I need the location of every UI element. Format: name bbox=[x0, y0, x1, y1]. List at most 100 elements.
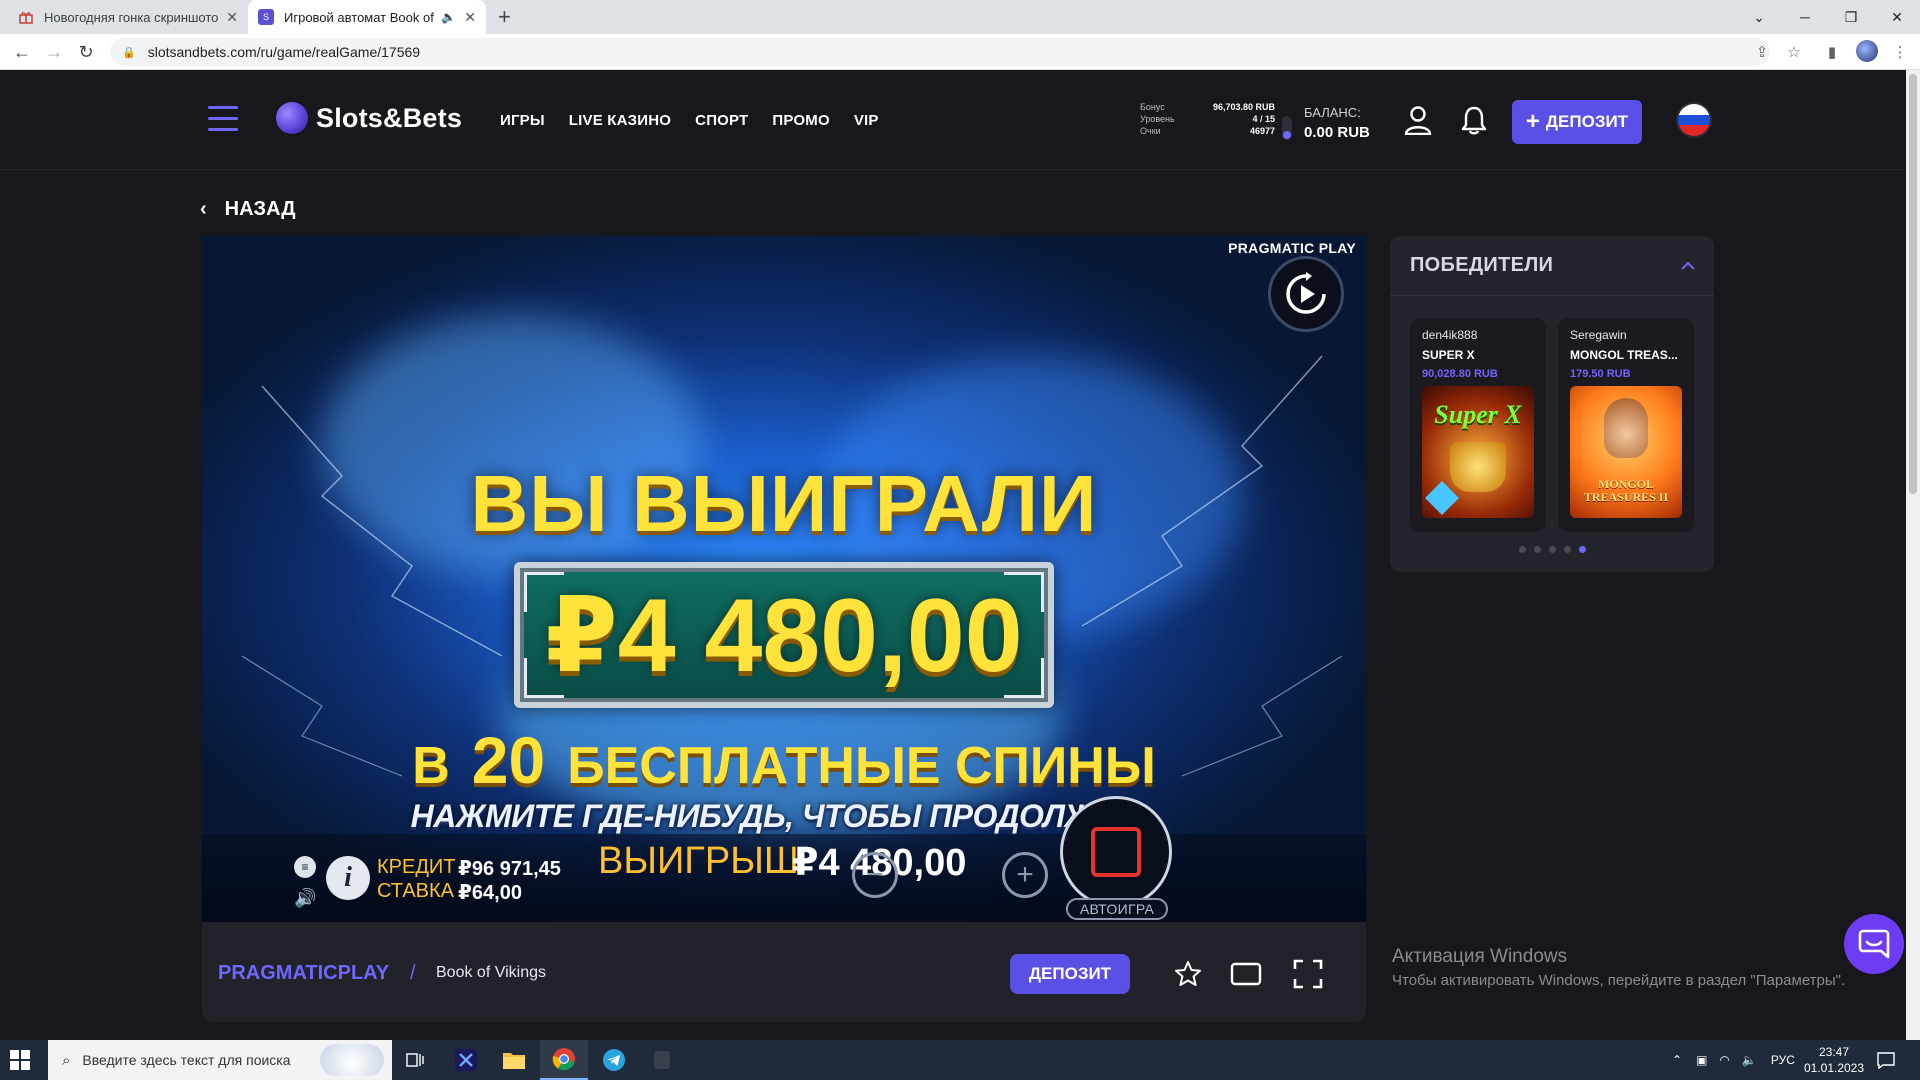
frame-corner bbox=[524, 572, 564, 612]
chat-bubble-icon bbox=[1858, 929, 1890, 959]
deposit-label: ДЕПОЗИТ bbox=[1545, 112, 1629, 131]
game-thumbnail[interactable]: Super X bbox=[1422, 386, 1534, 518]
free-spins-line: В 20 БЕСПЛАТНЫЕ СПИНЫ bbox=[202, 722, 1366, 798]
credit-label: КРЕДИТ bbox=[377, 856, 456, 878]
replay-button[interactable] bbox=[1268, 256, 1344, 332]
nav-item-promo[interactable]: ПРОМО bbox=[772, 112, 829, 129]
bookmark-star-icon[interactable]: ☆ bbox=[1784, 42, 1804, 62]
spins-count: 20 bbox=[471, 723, 546, 797]
side-panel-icon[interactable]: ▮ bbox=[1822, 42, 1842, 62]
tab-search-chevron-icon[interactable]: ⌄ bbox=[1736, 0, 1782, 34]
scrollbar-thumb[interactable] bbox=[1909, 74, 1917, 494]
app-icon-x[interactable] bbox=[442, 1040, 490, 1080]
stop-spin-button[interactable] bbox=[1060, 796, 1172, 908]
system-tray: ⌃ ▣ ◠ 🔈 РУС bbox=[1672, 1040, 1795, 1080]
speaker-icon[interactable]: 🔈 bbox=[441, 10, 456, 24]
carousel-dot[interactable] bbox=[1563, 546, 1571, 553]
notifications-icon[interactable] bbox=[1862, 1040, 1910, 1080]
new-tab-button[interactable]: + bbox=[498, 4, 511, 30]
winners-panel: ПОБЕДИТЕЛИ den4ik888 SUPER X 90,028.80 R… bbox=[1390, 236, 1714, 572]
file-explorer-icon[interactable] bbox=[490, 1040, 538, 1080]
lock-icon: 🔒 bbox=[122, 46, 136, 59]
chat-button[interactable] bbox=[1844, 914, 1904, 974]
winners-header[interactable]: ПОБЕДИТЕЛИ bbox=[1390, 236, 1714, 296]
taskbar-clock[interactable]: 23:47 01.01.2023 bbox=[1802, 1044, 1866, 1076]
url-bar[interactable]: 🔒 slotsandbets.com/ru/game/realGame/1756… bbox=[110, 38, 1770, 66]
info-icon[interactable]: i bbox=[326, 856, 370, 900]
carousel-dot[interactable] bbox=[1518, 546, 1526, 553]
balance-toggle[interactable] bbox=[1282, 116, 1292, 140]
winner-prize: 90,028.80 RUB bbox=[1422, 368, 1498, 380]
windows-start-icon[interactable] bbox=[10, 1050, 30, 1070]
forward-arrow-icon[interactable]: → bbox=[42, 40, 66, 64]
game-hud: ≡ 🔊 i КРЕДИТ ₽96 971,45 СТАВКА ₽64,00 ВЫ… bbox=[202, 834, 1366, 922]
theater-mode-icon[interactable] bbox=[1230, 958, 1262, 990]
browser-tab-1[interactable]: Новогодняя гонка скриншотов ✕ bbox=[8, 0, 248, 34]
user-icon[interactable] bbox=[1400, 102, 1436, 138]
crown-image bbox=[1450, 442, 1506, 492]
windows-activation-watermark: Активация Windows Чтобы активировать Win… bbox=[1392, 946, 1845, 989]
minimize-icon[interactable]: ─ bbox=[1782, 0, 1828, 34]
game-name: Book of Vikings bbox=[436, 964, 546, 981]
bet-decrease-button[interactable]: − bbox=[852, 852, 898, 898]
wifi-icon[interactable]: ◠ bbox=[1719, 1053, 1729, 1067]
fullscreen-icon[interactable] bbox=[1292, 958, 1324, 990]
favorite-star-icon[interactable] bbox=[1172, 958, 1204, 990]
diamond-image bbox=[1425, 481, 1459, 515]
site-logo[interactable]: Slots&Bets bbox=[276, 102, 462, 134]
close-window-icon[interactable]: ✕ bbox=[1874, 0, 1920, 34]
credit-value: ₽96 971,45 bbox=[458, 858, 561, 880]
restore-icon[interactable]: ❐ bbox=[1828, 0, 1874, 34]
sound-icon[interactable]: 🔊 bbox=[294, 888, 316, 909]
winner-card[interactable]: Seregawin MONGOL TREAS... 179.50 RUB MON… bbox=[1558, 318, 1694, 532]
win-amount: ₽4 480,00 bbox=[545, 578, 1023, 694]
language-indicator[interactable]: РУС bbox=[1771, 1053, 1795, 1067]
carousel-dots bbox=[1390, 546, 1714, 553]
nav-item-live-casino[interactable]: LIVE КАЗИНО bbox=[569, 112, 671, 129]
browser-tab-2[interactable]: S Игровой автомат Book of Vikings 🔈 ✕ bbox=[248, 0, 486, 34]
task-view-icon[interactable] bbox=[392, 1040, 440, 1080]
reload-icon[interactable]: ↻ bbox=[74, 40, 98, 64]
search-highlight-image bbox=[320, 1044, 384, 1076]
winner-card[interactable]: den4ik888 SUPER X 90,028.80 RUB Super X bbox=[1410, 318, 1546, 532]
game-deposit-button[interactable]: ДЕПОЗИТ bbox=[1010, 954, 1130, 994]
provider-link[interactable]: PRAGMATICPLAY bbox=[218, 962, 389, 985]
carousel-dot[interactable] bbox=[1548, 546, 1556, 553]
chevron-up-icon[interactable]: ⌃ bbox=[1672, 1053, 1682, 1067]
chevron-up-icon[interactable] bbox=[1680, 258, 1696, 276]
carousel-dot[interactable] bbox=[1533, 546, 1541, 553]
kebab-menu-icon[interactable]: ⋮ bbox=[1890, 42, 1910, 62]
carousel-dot-active[interactable] bbox=[1578, 546, 1586, 553]
nav-item-sport[interactable]: СПОРТ bbox=[695, 112, 748, 129]
continue-prompt[interactable]: НАЖМИТЕ ГДЕ-НИБУДЬ, ЧТОБЫ ПРОДОЛЖИТЬ bbox=[202, 798, 1366, 835]
breadcrumb-separator: / bbox=[410, 962, 416, 984]
winner-prize: 179.50 RUB bbox=[1570, 368, 1631, 380]
russian-flag-icon[interactable] bbox=[1676, 102, 1712, 138]
close-icon[interactable]: ✕ bbox=[226, 9, 238, 26]
site-favicon-icon: S bbox=[258, 9, 274, 25]
nav-item-vip[interactable]: VIP bbox=[854, 112, 879, 129]
taskbar-search[interactable]: ⌕ Введите здесь текст для поиска bbox=[48, 1040, 392, 1080]
bet-increase-button[interactable]: + bbox=[1002, 852, 1048, 898]
app-icon-minimized[interactable] bbox=[638, 1040, 686, 1080]
bell-icon[interactable] bbox=[1456, 102, 1492, 138]
hamburger-menu-icon[interactable] bbox=[208, 106, 238, 134]
volume-icon[interactable]: 🔈 bbox=[1742, 1053, 1757, 1067]
menu-icon[interactable]: ≡ bbox=[294, 856, 316, 878]
chrome-icon[interactable] bbox=[540, 1040, 588, 1080]
game-canvas[interactable]: PRAGMATIC PLAY ВЫ ВЫИГРАЛИ ₽4 480,00 В 20… bbox=[202, 236, 1366, 922]
page-scrollbar[interactable] bbox=[1906, 70, 1920, 1040]
nav-item-games[interactable]: ИГРЫ bbox=[500, 112, 545, 129]
telegram-icon[interactable] bbox=[590, 1040, 638, 1080]
main-nav: ИГРЫ LIVE КАЗИНО СПОРТ ПРОМО VIP bbox=[500, 112, 903, 129]
share-icon[interactable]: ⇪ bbox=[1752, 42, 1772, 62]
back-arrow-icon[interactable]: ← bbox=[10, 40, 34, 64]
back-link[interactable]: ‹ НАЗАД bbox=[200, 198, 296, 221]
close-icon[interactable]: ✕ bbox=[464, 9, 476, 26]
network-device-icon[interactable]: ▣ bbox=[1696, 1053, 1707, 1067]
clock-date: 01.01.2023 bbox=[1803, 1061, 1865, 1075]
profile-avatar[interactable] bbox=[1856, 40, 1878, 62]
game-thumbnail[interactable]: MONGOL TREASURES II bbox=[1570, 386, 1682, 518]
autoplay-button[interactable]: АВТОИГРА bbox=[1066, 898, 1168, 920]
header-deposit-button[interactable]: + ДЕПОЗИТ bbox=[1512, 100, 1642, 144]
